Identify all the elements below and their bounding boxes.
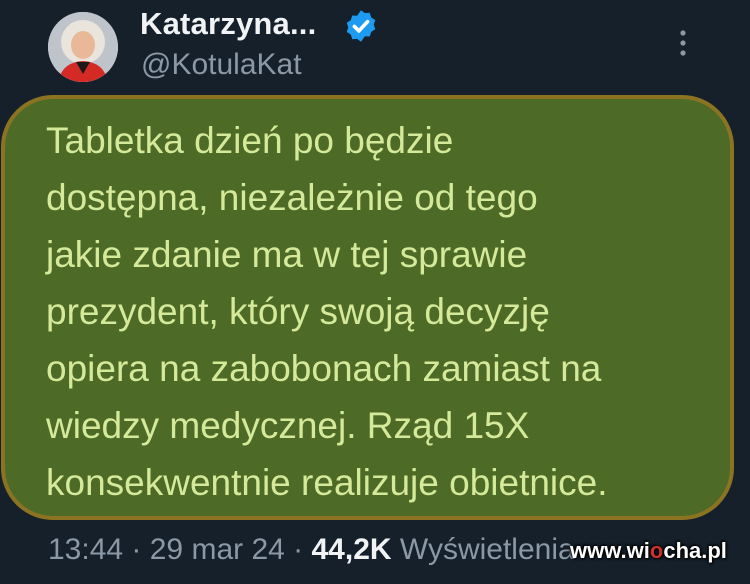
display-name[interactable]: Katarzyna... xyxy=(140,6,316,42)
meta-separator: · xyxy=(284,533,312,566)
verified-badge-icon xyxy=(346,10,376,42)
watermark-logo: www.wiocha.pl xyxy=(570,538,727,563)
views-label: Wyświetlenia xyxy=(399,533,575,566)
handle[interactable]: @KotulaKat xyxy=(141,48,302,82)
tweet-text: Tabletka dzień po będzie dostępna, nieza… xyxy=(46,120,608,503)
avatar-image xyxy=(48,12,118,82)
avatar[interactable] xyxy=(48,12,118,82)
tweet-screenshot: Katarzyna... @KotulaKat Tabletka dzień p… xyxy=(0,0,750,584)
tweet-time[interactable]: 13:44 xyxy=(48,533,123,566)
tweet-date[interactable]: 29 mar 24 xyxy=(150,533,285,566)
tweet-meta: 13:44 · 29 mar 24 · 44,2K Wyświetlenia xyxy=(48,533,575,567)
views-count: 44,2K xyxy=(311,533,392,566)
more-vertical-icon[interactable] xyxy=(670,26,696,60)
meta-separator: · xyxy=(123,533,150,566)
